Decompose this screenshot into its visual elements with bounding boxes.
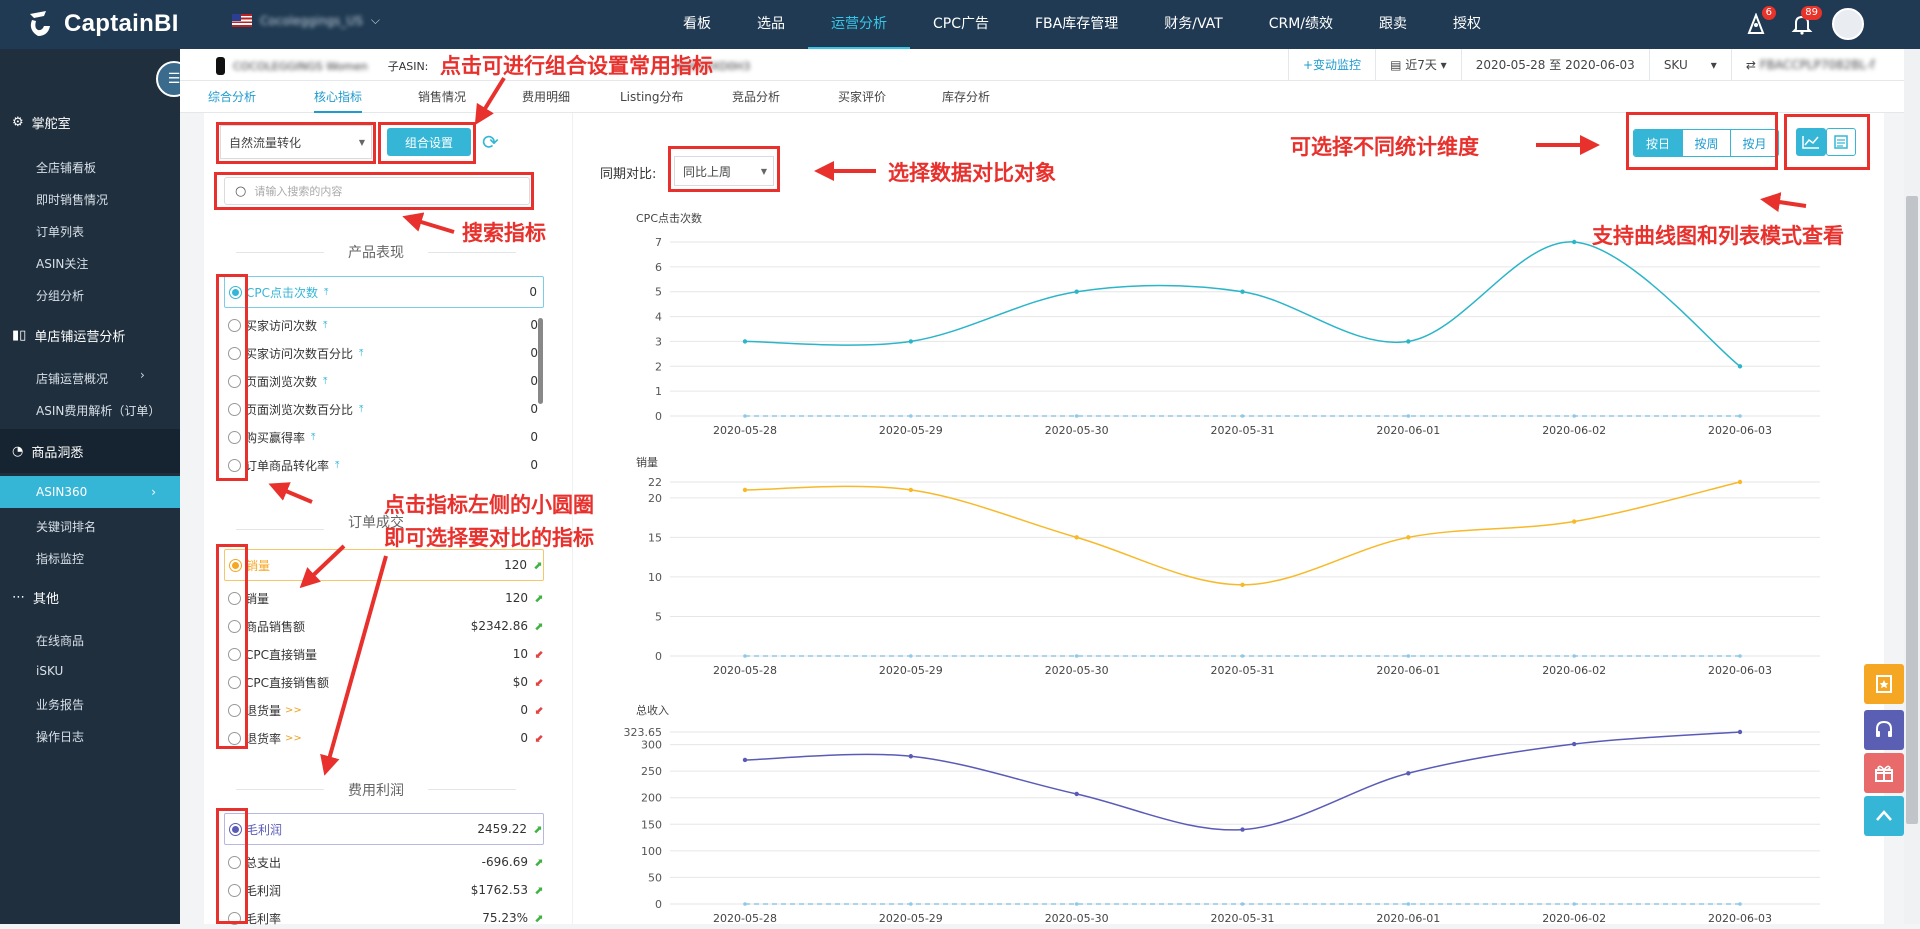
arrow-radio-2 xyxy=(299,544,346,589)
arrow-radio-3 xyxy=(320,555,388,776)
arrow-radio-1 xyxy=(268,482,313,504)
arrow-combo xyxy=(474,76,506,126)
arrow-mode xyxy=(1760,192,1807,212)
annotation-arrows xyxy=(268,76,1807,776)
arrow-search xyxy=(402,212,455,234)
